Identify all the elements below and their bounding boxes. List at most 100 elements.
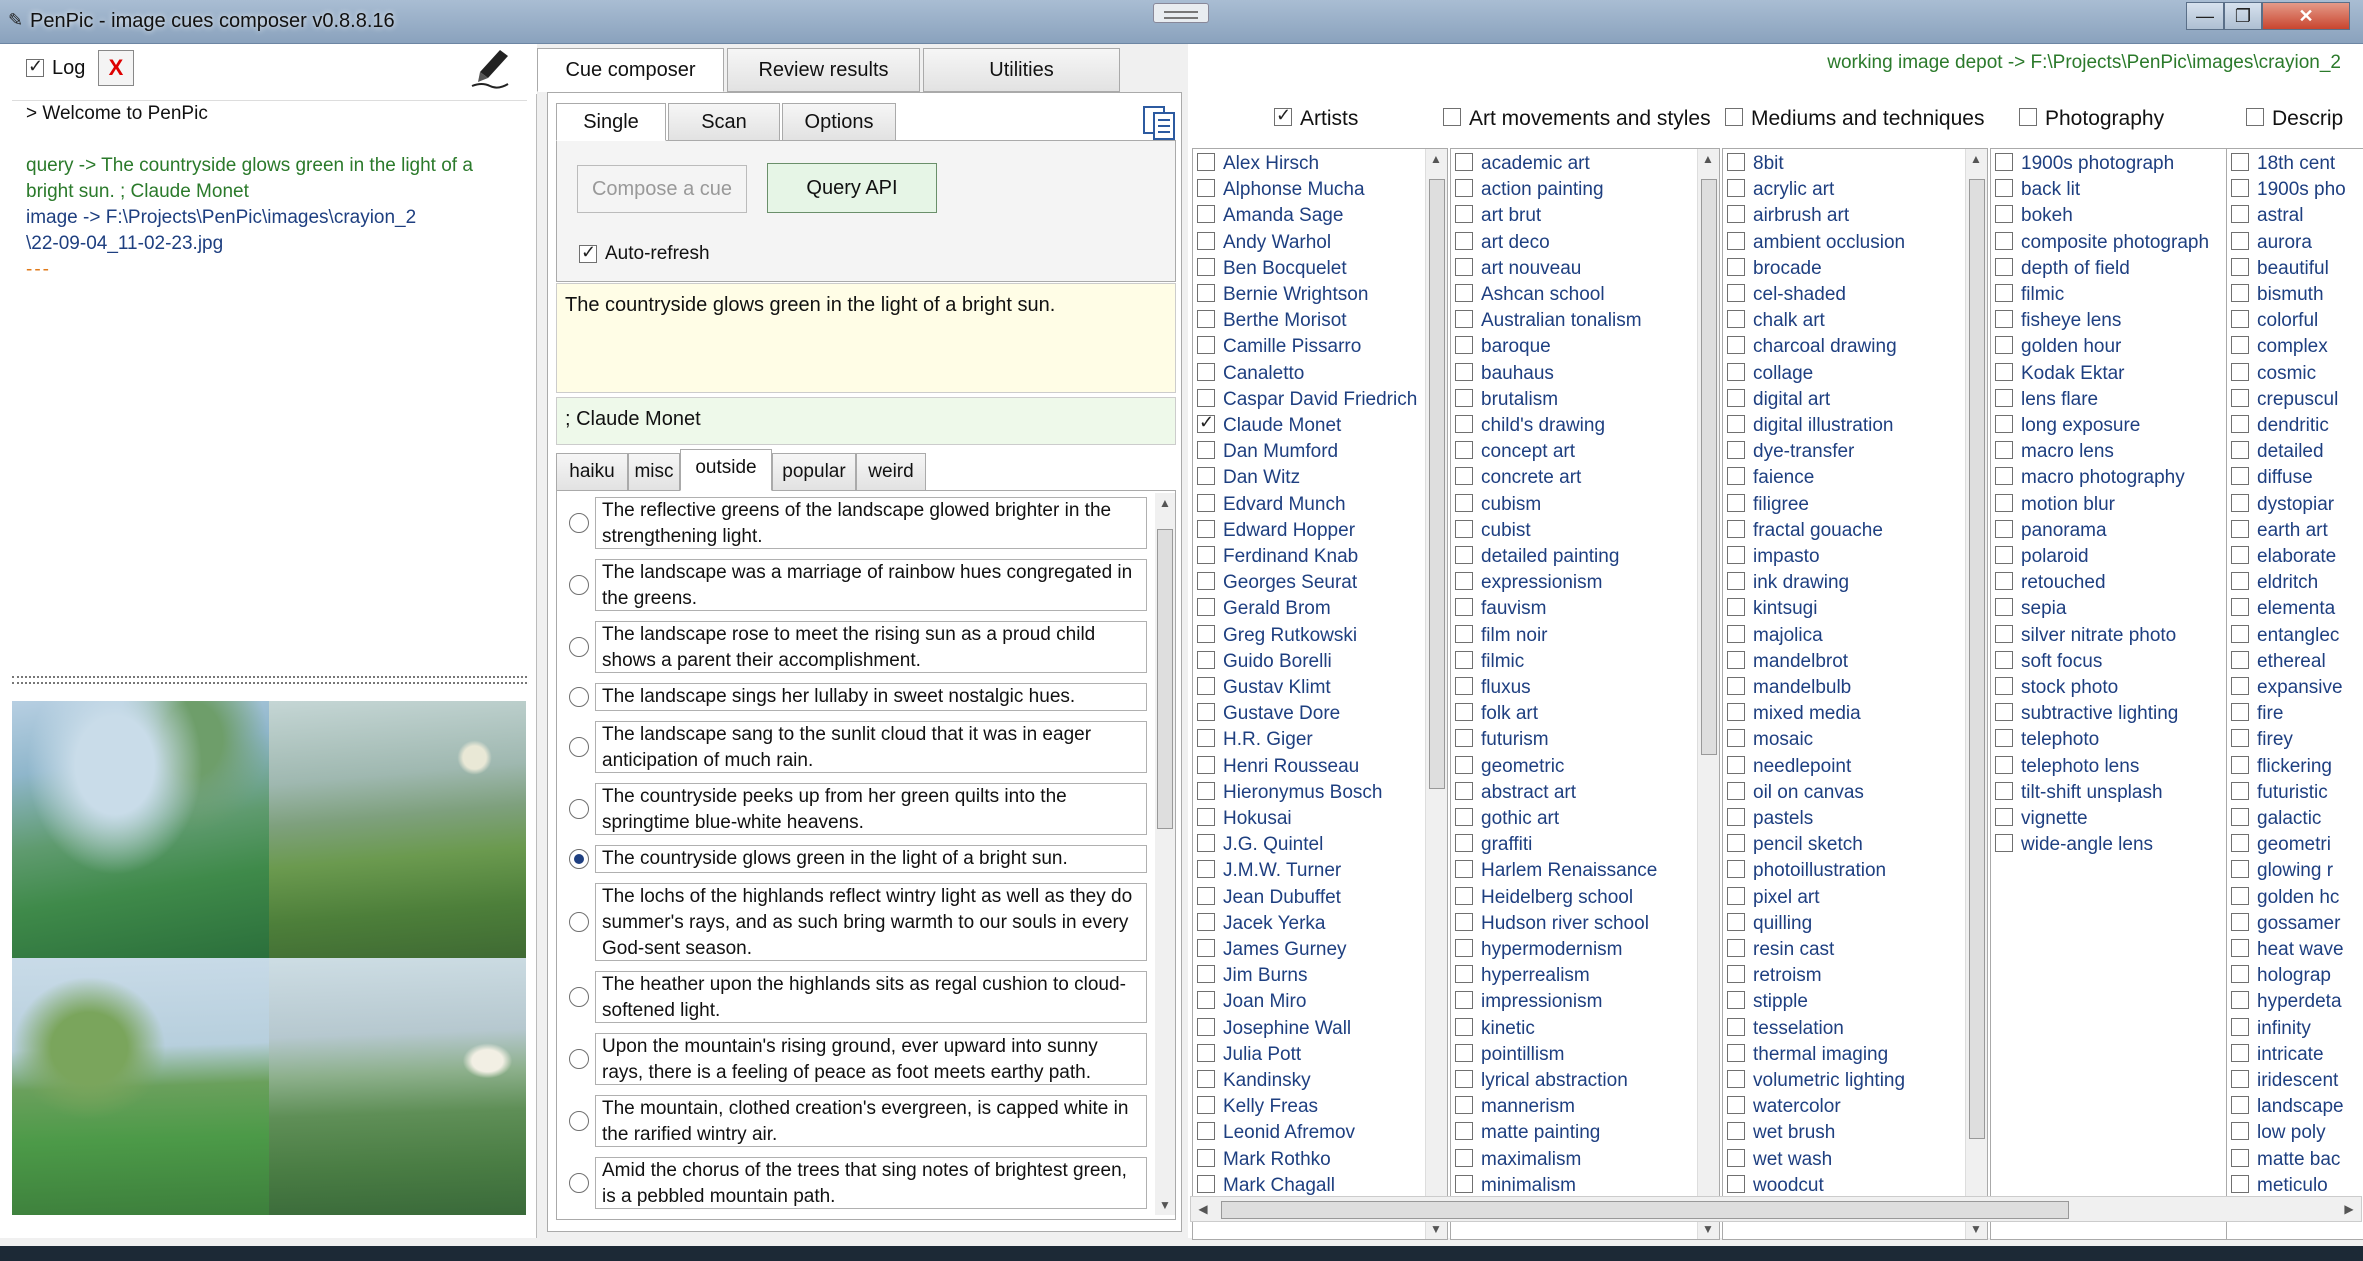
modifier-checkbox[interactable] bbox=[1455, 650, 1473, 669]
modifier-item[interactable]: concrete art bbox=[1455, 467, 1581, 493]
modifier-checkbox[interactable] bbox=[1197, 388, 1215, 407]
modifier-item[interactable]: earth art bbox=[2231, 519, 2328, 546]
modifier-checkbox[interactable] bbox=[1727, 676, 1745, 695]
modifier-item[interactable]: mandelbrot bbox=[1727, 650, 1848, 677]
modifier-checkbox[interactable] bbox=[1455, 441, 1473, 460]
category-header-photography[interactable]: Photography bbox=[2019, 107, 2164, 135]
modifier-item[interactable]: Australian tonalism bbox=[1455, 310, 1642, 336]
modifier-checkbox[interactable] bbox=[1197, 834, 1215, 853]
phrase-radio[interactable] bbox=[569, 737, 589, 757]
maximize-button[interactable]: ❐ bbox=[2224, 2, 2262, 30]
modifier-item[interactable]: acrylic art bbox=[1727, 179, 1834, 205]
modifier-checkbox[interactable] bbox=[1995, 179, 2013, 198]
modifier-checkbox[interactable] bbox=[1995, 624, 2013, 643]
phrase-text[interactable]: The countryside glows green in the light… bbox=[595, 845, 1147, 873]
tab-utilities[interactable]: Utilities bbox=[923, 48, 1120, 92]
modifiers-textbox[interactable]: ; Claude Monet bbox=[556, 397, 1176, 445]
modifier-item[interactable]: Dan Mumford bbox=[1197, 441, 1338, 467]
modifier-checkbox[interactable] bbox=[1727, 1069, 1745, 1088]
modifier-checkbox[interactable] bbox=[1197, 519, 1215, 538]
modifier-item[interactable]: Caspar David Friedrich bbox=[1197, 388, 1417, 415]
tab-cue-composer[interactable]: Cue composer bbox=[537, 48, 724, 92]
modifier-checkbox[interactable] bbox=[2231, 834, 2249, 853]
scroll-down-icon[interactable]: ▼ bbox=[1966, 1219, 1986, 1239]
modifier-item[interactable]: Edward Hopper bbox=[1197, 519, 1355, 546]
modifier-item[interactable]: dendritic bbox=[2231, 414, 2329, 441]
modifier-item[interactable]: Alex Hirsch bbox=[1197, 152, 1319, 179]
modifier-item[interactable]: futurism bbox=[1455, 729, 1549, 755]
modifier-item[interactable]: maximalism bbox=[1455, 1148, 1581, 1175]
phrase-radio[interactable] bbox=[569, 849, 589, 869]
modifier-checkbox[interactable] bbox=[1995, 362, 2013, 381]
modifier-item[interactable]: oil on canvas bbox=[1727, 781, 1864, 808]
mediums-checkbox[interactable] bbox=[1725, 108, 1743, 127]
modifier-checkbox[interactable] bbox=[2231, 152, 2249, 171]
modifier-checkbox[interactable] bbox=[1995, 545, 2013, 564]
modifier-item[interactable]: art nouveau bbox=[1455, 257, 1581, 284]
modifier-item[interactable]: firey bbox=[2231, 729, 2293, 755]
modifier-item[interactable]: digital art bbox=[1727, 388, 1830, 415]
phrase-radio[interactable] bbox=[569, 687, 589, 707]
modifier-item[interactable]: Hudson river school bbox=[1455, 912, 1649, 939]
modifier-checkbox[interactable] bbox=[1197, 1122, 1215, 1141]
modifier-checkbox[interactable] bbox=[1197, 676, 1215, 695]
modifier-item[interactable]: child's drawing bbox=[1455, 414, 1605, 441]
modifier-item[interactable]: cubist bbox=[1455, 519, 1531, 546]
scroll-down-icon[interactable]: ▼ bbox=[1155, 1195, 1175, 1215]
modifier-item[interactable]: flickering bbox=[2231, 755, 2332, 782]
artists-checkbox[interactable] bbox=[1274, 105, 1292, 127]
copy-icon[interactable] bbox=[1140, 101, 1180, 141]
modifier-checkbox[interactable] bbox=[2231, 1069, 2249, 1088]
modifier-checkbox[interactable] bbox=[2231, 414, 2249, 433]
modifier-checkbox[interactable] bbox=[1197, 991, 1215, 1010]
modifier-checkbox[interactable] bbox=[1727, 1017, 1745, 1036]
modifier-item[interactable]: 18th cent bbox=[2231, 152, 2335, 179]
pen-icon[interactable] bbox=[470, 48, 510, 90]
modifier-item[interactable]: cosmic bbox=[2231, 362, 2316, 389]
phrase-text[interactable]: The heather upon the highlands sits as r… bbox=[595, 971, 1147, 1023]
phrase-text[interactable]: The landscape rose to meet the rising su… bbox=[595, 621, 1147, 673]
modifier-item[interactable]: art deco bbox=[1455, 231, 1550, 258]
modifier-item[interactable]: fluxus bbox=[1455, 676, 1531, 703]
modifier-checkbox[interactable] bbox=[1995, 834, 2013, 853]
modifier-checkbox[interactable] bbox=[1727, 991, 1745, 1010]
modifier-item[interactable]: Kandinsky bbox=[1197, 1069, 1311, 1096]
modifier-item[interactable]: film noir bbox=[1455, 624, 1548, 651]
scroll-thumb[interactable] bbox=[1969, 179, 1985, 1139]
modifier-item[interactable]: composite photograph bbox=[1995, 231, 2209, 258]
phrase-text[interactable]: Upon the mountain's rising ground, ever … bbox=[595, 1033, 1147, 1085]
modifier-checkbox[interactable] bbox=[2231, 231, 2249, 250]
phrase-radio[interactable] bbox=[569, 1173, 589, 1193]
modifier-item[interactable]: Henri Rousseau bbox=[1197, 755, 1359, 782]
phrase-radio[interactable] bbox=[569, 637, 589, 657]
scroll-up-icon[interactable]: ▲ bbox=[1155, 493, 1175, 513]
modifier-item[interactable]: depth of field bbox=[1995, 257, 2130, 284]
modifier-item[interactable]: telephoto bbox=[1995, 729, 2099, 755]
list-scrollbar[interactable]: ▲ ▼ bbox=[1965, 149, 1987, 1239]
phrase-row[interactable]: The heather upon the highlands sits as r… bbox=[557, 971, 1147, 1023]
modifier-item[interactable]: heat wave bbox=[2231, 938, 2344, 965]
modifier-item[interactable]: Bernie Wrightson bbox=[1197, 283, 1368, 310]
modifier-item[interactable]: Amanda Sage bbox=[1197, 205, 1343, 231]
modifier-checkbox[interactable] bbox=[1727, 362, 1745, 381]
modifier-checkbox[interactable] bbox=[1727, 441, 1745, 460]
modifier-item[interactable]: Leonid Afremov bbox=[1197, 1122, 1355, 1148]
phrase-text[interactable]: The lochs of the highlands reflect wintr… bbox=[595, 883, 1147, 961]
modifier-item[interactable]: wet wash bbox=[1727, 1148, 1832, 1175]
panel-splitter[interactable] bbox=[12, 676, 527, 684]
modifier-checkbox[interactable] bbox=[1197, 650, 1215, 669]
modifier-checkbox[interactable] bbox=[1197, 257, 1215, 276]
list-scrollbar[interactable]: ▲ ▼ bbox=[1425, 149, 1447, 1239]
modifier-item[interactable]: Dan Witz bbox=[1197, 467, 1300, 493]
close-button[interactable]: ✕ bbox=[2262, 2, 2350, 30]
modifier-item[interactable]: landscape bbox=[2231, 1096, 2344, 1122]
modifier-item[interactable]: low poly bbox=[2231, 1122, 2326, 1148]
modifier-checkbox[interactable] bbox=[2231, 1043, 2249, 1062]
modifier-item[interactable]: Ben Bocquelet bbox=[1197, 257, 1347, 284]
modifier-checkbox[interactable] bbox=[1455, 834, 1473, 853]
modifier-checkbox[interactable] bbox=[1455, 624, 1473, 643]
modifier-item[interactable]: watercolor bbox=[1727, 1096, 1841, 1122]
modifier-item[interactable]: mixed media bbox=[1727, 703, 1861, 729]
modifier-checkbox[interactable] bbox=[1995, 807, 2013, 826]
modifier-item[interactable]: colorful bbox=[2231, 310, 2318, 336]
